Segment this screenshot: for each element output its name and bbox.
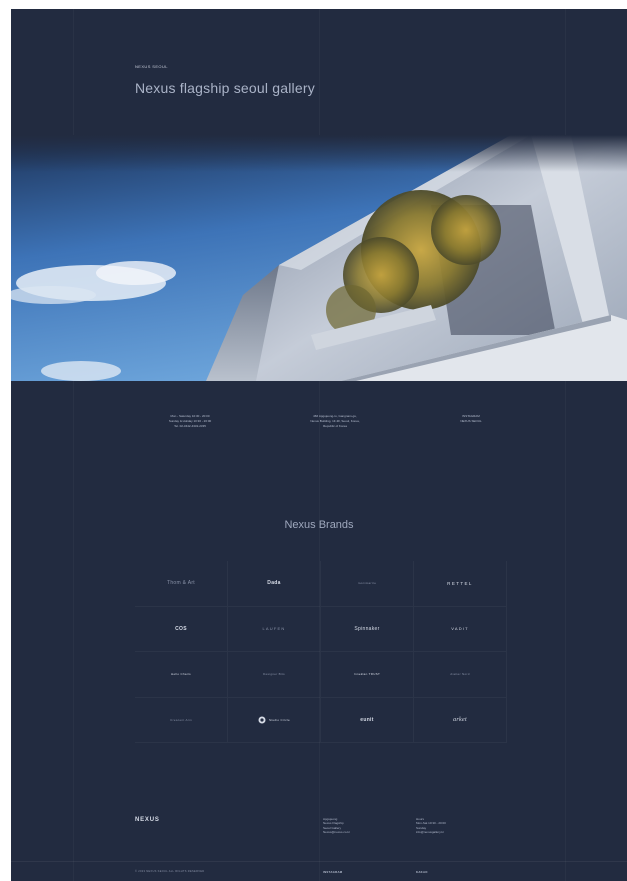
- footer-column: Hours Mon-Sat 10:30 - 20:00 Sunday info@…: [416, 817, 446, 835]
- footer-email-link[interactable]: Nexus@nexus.co.kr: [323, 830, 350, 834]
- brand-logo[interactable]: arket: [414, 697, 507, 743]
- footer-link-instagram[interactable]: INSTAGRAM: [323, 870, 342, 874]
- brand-logo[interactable]: Crescent Arm: [135, 697, 228, 743]
- brand-logo[interactable]: Hello Chairs: [135, 652, 228, 698]
- brand-logo[interactable]: Thom & Art: [135, 561, 228, 607]
- brand-logo[interactable]: RETTEL: [414, 561, 507, 607]
- info-address: 466 Apgujeong-ro, Gangnam-gu, Nexus Buil…: [294, 414, 376, 429]
- brand-logo[interactable]: Studio Circle: [228, 697, 321, 743]
- brand-logo[interactable]: Designer Bits: [228, 652, 321, 698]
- info-contact-line: NEXUS SEOUL: [460, 419, 482, 423]
- info-contact: INSTAGRAM NEXUS SEOUL: [451, 414, 491, 424]
- brand-logo-label: Studio Circle: [269, 717, 290, 722]
- brand-logo[interactable]: Dada: [228, 561, 321, 607]
- brand-logo[interactable]: COS: [135, 606, 228, 652]
- footer-column: Apgujeong Nexus Flagship Seoul Gallery N…: [323, 817, 350, 835]
- copyright: © 2023 NEXUS SEOUL ALL RIGHTS RESERVED: [135, 870, 205, 873]
- hero-image: [11, 135, 627, 381]
- brand-logo[interactable]: montmartre: [321, 561, 414, 607]
- brands-title: Nexus Brands: [284, 519, 354, 531]
- brand-logo[interactable]: Inneklan TRUST: [321, 652, 414, 698]
- brand-logo[interactable]: LAUFEN: [228, 606, 321, 652]
- footer-email-link[interactable]: info@nexusgallery.kr: [416, 830, 446, 834]
- brand-logo[interactable]: Spinnaker: [321, 606, 414, 652]
- page-title: Nexus flagship seoul gallery: [135, 80, 315, 96]
- page-eyebrow: NEXUS SEOUL: [135, 64, 168, 69]
- circle-logo-icon: [258, 716, 266, 724]
- brands-grid: Thom & Art Dada montmartre RETTEL COS LA…: [135, 561, 507, 743]
- page: NEXUS SEOUL Nexus flagship seoul gallery: [11, 9, 627, 881]
- brand-logo[interactable]: eunit: [321, 697, 414, 743]
- brand-logo[interactable]: VADIT: [414, 606, 507, 652]
- info-hours: Mon - Saturday 10:30 - 20:00 Sunday & Ho…: [159, 414, 221, 429]
- footer-logo[interactable]: NEXUS: [135, 817, 160, 823]
- info-hours-line: Tel. 02-3442-4332-2335: [174, 424, 206, 428]
- brand-logo[interactable]: Atelier Nord: [414, 652, 507, 698]
- info-address-line: Republic of Korea: [323, 424, 347, 428]
- footer-link-kakao[interactable]: KAKAO: [416, 870, 428, 874]
- footer-divider: [11, 861, 627, 862]
